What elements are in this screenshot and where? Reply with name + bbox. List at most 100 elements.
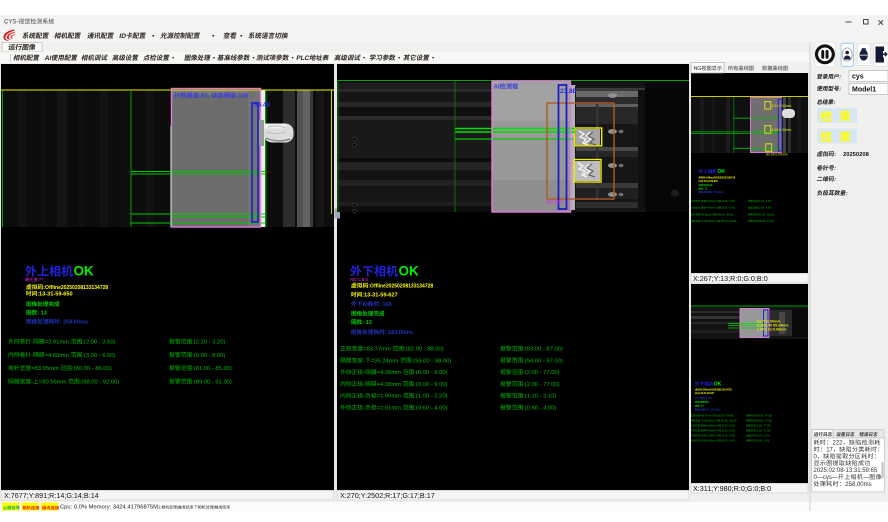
svg-text::(94.00 - 97.00): :(94.00 - 97.00) (523, 358, 563, 364)
svg-text:PLC: PLC (296, 55, 310, 62)
svg-text::(93.00 - 98.00): :(93.00 - 98.00) (720, 419, 737, 422)
svg-text:=1.90mm: =1.90mm (706, 434, 717, 437)
svg-text:=2.61mm: =2.61mm (706, 439, 717, 442)
svg-text:X:267;Y:13;R:0;G:0;B:0: X:267;Y:13;R:0;G:0;B:0 (693, 274, 768, 283)
svg-text:=4.38mm: =4.38mm (377, 370, 403, 376)
svg-text::(88.00 - 92.00): :(88.00 - 92.00) (80, 379, 120, 385)
svg-text::(0.00 - 8.00): :(0.00 - 8.00) (192, 353, 225, 359)
svg-text::Offline20250208133134728: :Offline20250208133134728 (705, 176, 735, 179)
svg-text:OK: OK (74, 264, 95, 279)
svg-text:=2.91mm: =2.91mm (45, 340, 71, 346)
svg-text:NG:C.B:0: NG:C.B:0 (350, 277, 369, 282)
svg-text::??: :?? (38, 277, 44, 282)
svg-text:OK: OK (718, 169, 726, 175)
svg-text:AI: AI (494, 84, 500, 91)
svg-text::(0.00 - 9.00): :(0.00 - 9.00) (414, 370, 447, 376)
svg-text::13-31-59-627: :13-31-59-627 (700, 393, 715, 395)
svg-text::(0.60 - 4.00): :(0.60 - 4.00) (721, 439, 735, 442)
svg-text:cys: cys (852, 74, 864, 81)
svg-text::93,: :93, (199, 93, 211, 100)
svg-text::(2.20 - 3.20): :(2.20 - 3.20) (758, 200, 772, 203)
svg-text:=95.24mm: =95.24mm (703, 419, 715, 422)
svg-text:-: - (363, 394, 365, 400)
svg-text::(1.00 - 2.20): :(1.00 - 2.20) (414, 394, 447, 400)
svg-text:=2.61mm: =2.61mm (377, 406, 403, 412)
svg-text::(0.00 - 9.00): :(0.00 - 9.00) (721, 424, 735, 427)
svg-text:X:7677;Y:891;R:14;G:14;B:14: X:7677;Y:891;R:14;G:14;B:14 (4, 491, 99, 500)
svg-text::(2.00 - 77.00): :(2.00 - 77.00) (756, 424, 771, 427)
svg-text:Model1: Model1 (852, 87, 876, 94)
svg-text::(83.00 - 87.00): :(83.00 - 87.00) (523, 347, 563, 353)
svg-text:2.91:0.00mm: 2.91:0.00mm (772, 104, 792, 108)
svg-text::(2.00 - 77.00): :(2.00 - 77.00) (523, 370, 559, 376)
svg-text:-: - (363, 382, 365, 388)
svg-text:|: | (214, 505, 215, 510)
svg-text:=83.05mm: =83.05mm (700, 213, 712, 216)
svg-text::(0.00 - 8.00): :(0.00 - 8.00) (758, 207, 772, 210)
svg-text::(81.00 - 85.00): :(81.00 - 85.00) (192, 366, 232, 372)
svg-text::(1.10 - 2.10): :(1.10 - 2.10) (756, 434, 770, 437)
svg-text:: 166: : 166 (707, 398, 713, 400)
svg-text::13-31-59-650: :13-31-59-650 (37, 292, 72, 298)
svg-text::(0.60 - 4.00): :(0.60 - 4.00) (414, 406, 447, 412)
svg-text:=95.24mm: =95.24mm (371, 358, 400, 364)
svg-text::Offline20250208133134728: :Offline20250208133134728 (368, 284, 433, 290)
svg-text:=90.56mm: =90.56mm (39, 379, 68, 385)
svg-text:OK: OK (714, 382, 722, 388)
svg-text:=4.38mm: =4.38mm (377, 382, 403, 388)
svg-text:X:311;Y:980;R:0;G:0;B:0: X:311;Y:980;R:0;G:0;B:0 (693, 484, 771, 493)
svg-text:=83.05mm: =83.05mm (31, 366, 60, 372)
svg-text::(1.00 - 2.20): :(1.00 - 2.20) (721, 434, 735, 437)
svg-text:20250208: 20250208 (843, 152, 870, 158)
svg-text:258.00ms: 258.00ms (845, 482, 871, 488)
svg-text::(80.00 - 86.00): :(80.00 - 86.00) (72, 366, 112, 372)
svg-text::(81.00 - 85.00): :(81.00 - 85.00) (758, 213, 775, 216)
svg-text:: 183.00ms: : 183.00ms (709, 409, 721, 411)
svg-text:=1.90mm: =1.90mm (377, 394, 403, 400)
svg-text:: 183.00ms: : 183.00ms (385, 330, 414, 336)
svg-text:Cpu: 0.0% Memory: 3424.4179687: Cpu: 0.0% Memory: 3424.41796875M (60, 505, 158, 511)
svg-text:=4.60mm: =4.60mm (45, 353, 71, 359)
svg-text:CYS-: CYS- (4, 20, 18, 26)
svg-text:=4.38mm: =4.38mm (706, 429, 717, 432)
svg-text:-: - (363, 406, 365, 412)
svg-text:-: - (31, 353, 33, 359)
svg-text:X:270;Y:2502;R:17;G:17;B:17: X:270;Y:2502;R:17;G:17;B:17 (340, 491, 435, 500)
svg-text:=90.56mm: =90.56mm (703, 220, 715, 223)
svg-text:: 13: : 13 (37, 311, 47, 317)
svg-text::(88.00 - 92.00): :(88.00 - 92.00) (720, 220, 737, 223)
svg-text::(0.60 - 4.00): :(0.60 - 4.00) (523, 406, 556, 412)
svg-text:0—cys—: 0—cys— (814, 475, 838, 481)
svg-text::(2.00 - 3.50): :(2.00 - 3.50) (82, 340, 115, 346)
svg-text::(2.00 - 77.00): :(2.00 - 77.00) (756, 429, 771, 432)
svg-text:-: - (363, 358, 365, 364)
svg-text::(80.00 - 86.00): :(80.00 - 86.00) (717, 213, 734, 216)
svg-text:=83.77mm: =83.77mm (700, 414, 712, 417)
svg-text::(94.00 - 97.00): :(94.00 - 97.00) (756, 419, 773, 422)
svg-text::100: :100 (236, 93, 249, 100)
svg-text:|: | (177, 505, 178, 510)
svg-text:: 166: : 166 (379, 302, 392, 308)
svg-text:-: - (363, 370, 365, 376)
svg-text:AI: AI (362, 302, 368, 308)
svg-text::(83.00 - 87.00): :(83.00 - 87.00) (756, 414, 773, 417)
svg-text:55.48: 55.48 (254, 102, 271, 109)
svg-text:23.88: 23.88 (560, 88, 577, 95)
svg-text::(3.00 - 6.00): :(3.00 - 6.00) (721, 207, 735, 210)
svg-text:222: 222 (833, 441, 844, 447)
svg-text::(0.00 - 9.00): :(0.00 - 9.00) (721, 429, 735, 432)
svg-text::(89.00 - 91.00): :(89.00 - 91.00) (192, 379, 232, 385)
svg-text:NG: NG (694, 66, 702, 72)
svg-text::(82.00 - 88.00): :(82.00 - 88.00) (717, 414, 734, 417)
svg-text::13-31-59-627: :13-31-59-627 (362, 293, 397, 299)
svg-text:=4.38mm: =4.38mm (706, 424, 717, 427)
svg-text:OK: OK (399, 264, 420, 279)
svg-text::(0.60 - 4.00): :(0.60 - 4.00) (756, 439, 770, 442)
svg-text:-: - (31, 340, 33, 346)
svg-text:=2.91mm: =2.91mm (706, 200, 717, 203)
svg-text::(2.20 - 3.20): :(2.20 - 3.20) (192, 340, 225, 346)
svg-text::(82.00 - 88.00): :(82.00 - 88.00) (404, 347, 444, 353)
svg-text:17: 17 (826, 447, 833, 453)
svg-text::(2.00 - 3.50): :(2.00 - 3.50) (721, 200, 735, 203)
svg-text:: 258.00ms: : 258.00ms (712, 192, 724, 194)
